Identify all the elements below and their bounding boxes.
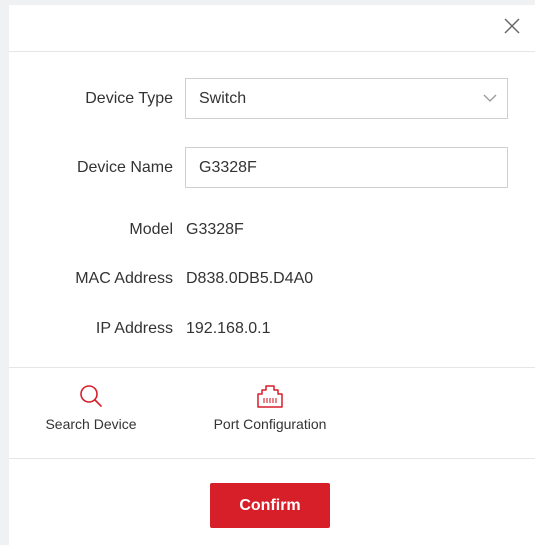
close-icon (504, 18, 520, 34)
ethernet-port-icon (257, 385, 283, 408)
mac-address-value: D838.0DB5.D4A0 (186, 270, 314, 287)
search-device-button[interactable]: Search Device (27, 383, 155, 433)
port-configuration-label: Port Configuration (213, 416, 327, 432)
device-type-value: Switch (199, 90, 247, 107)
device-name-value: G3328F (199, 159, 257, 176)
header-divider (9, 51, 535, 52)
device-settings-dialog: Device Type Switch Device Name G3328F Mo… (9, 5, 535, 545)
model-label: Model (129, 221, 173, 238)
device-name-input[interactable]: G3328F (185, 147, 508, 188)
mac-address-label: MAC Address (75, 270, 173, 287)
footer-divider (9, 458, 535, 459)
search-device-label: Search Device (45, 416, 137, 432)
chevron-down-icon (483, 94, 497, 102)
device-type-select[interactable]: Switch (185, 78, 508, 119)
device-name-label: Device Name (76, 159, 173, 176)
ip-address-value: 192.168.0.1 (186, 320, 271, 337)
ip-address-label: IP Address (95, 320, 173, 337)
close-button[interactable] (500, 14, 524, 38)
confirm-button[interactable]: Confirm (210, 483, 330, 528)
model-value: G3328F (186, 221, 244, 238)
tools-top-divider (9, 367, 535, 368)
port-configuration-button[interactable]: Port Configuration (190, 383, 350, 433)
search-icon (80, 385, 102, 407)
device-type-label: Device Type (85, 90, 173, 107)
